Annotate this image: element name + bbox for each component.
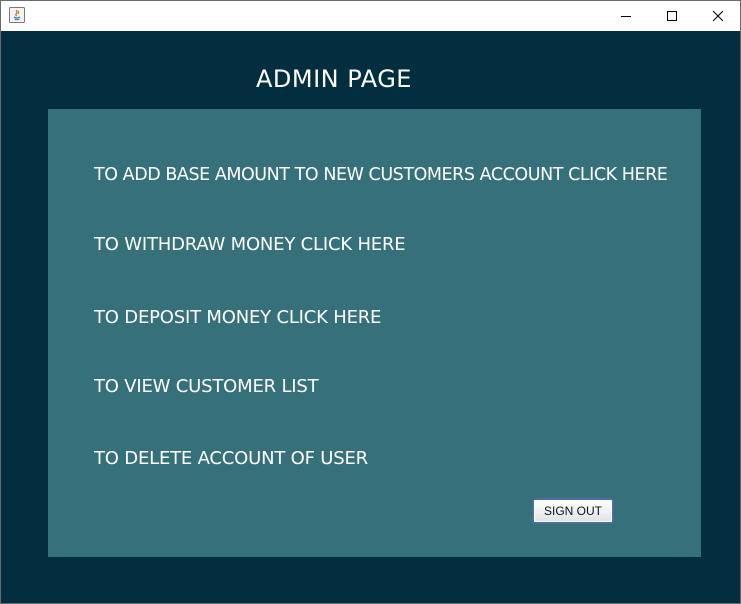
close-icon (712, 7, 724, 26)
add-base-amount-link[interactable]: TO ADD BASE AMOUNT TO NEW CUSTOMERS ACCO… (94, 165, 668, 185)
app-window: ADMIN PAGE TO ADD BASE AMOUNT TO NEW CUS… (0, 0, 741, 604)
java-app-icon (9, 7, 25, 23)
minimize-icon (620, 7, 632, 26)
withdraw-money-link[interactable]: TO WITHDRAW MONEY CLICK HERE (94, 234, 406, 255)
admin-actions-panel: TO ADD BASE AMOUNT TO NEW CUSTOMERS ACCO… (48, 109, 701, 557)
maximize-button[interactable] (649, 1, 695, 31)
delete-account-link[interactable]: TO DELETE ACCOUNT OF USER (94, 448, 368, 469)
content-area: ADMIN PAGE TO ADD BASE AMOUNT TO NEW CUS… (1, 31, 740, 603)
view-customer-list-link[interactable]: TO VIEW CUSTOMER LIST (94, 376, 319, 397)
deposit-money-link[interactable]: TO DEPOSIT MONEY CLICK HERE (94, 307, 381, 328)
close-button[interactable] (695, 1, 741, 31)
title-bar[interactable] (1, 1, 740, 31)
maximize-icon (666, 7, 678, 26)
sign-out-button[interactable]: SIGN OUT (532, 498, 614, 524)
page-title: ADMIN PAGE (256, 65, 412, 93)
minimize-button[interactable] (603, 1, 649, 31)
